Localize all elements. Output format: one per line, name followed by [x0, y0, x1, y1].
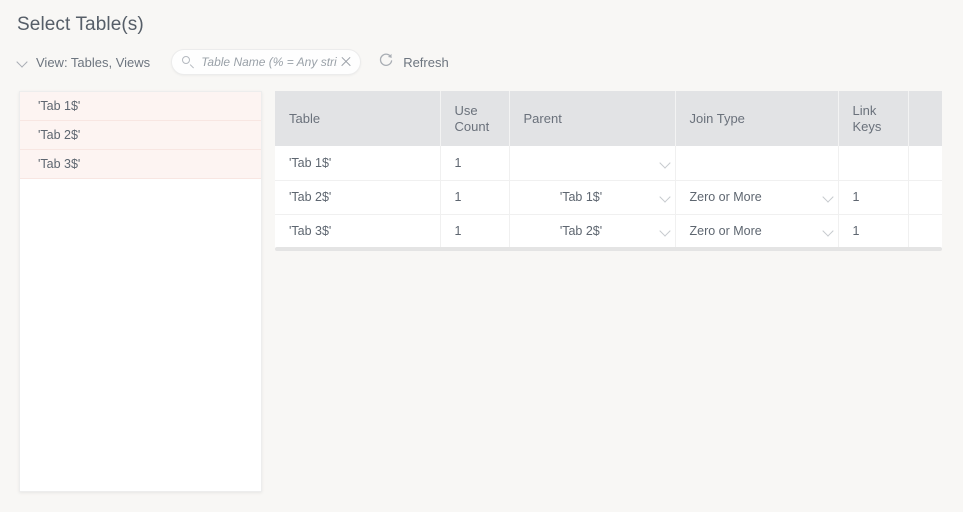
- join-type-value: Zero or More: [689, 190, 762, 204]
- join-type-dropdown[interactable]: [676, 146, 838, 179]
- cell-link-keys: [838, 146, 909, 181]
- column-header-use-count[interactable]: Use Count: [440, 91, 510, 146]
- table-list-panel: 'Tab 1$' 'Tab 2$' 'Tab 3$': [19, 91, 262, 492]
- cell-table: 'Tab 2$': [275, 180, 441, 215]
- join-type-value: Zero or More: [689, 224, 762, 238]
- view-selector-label: View: Tables, Views: [36, 54, 151, 70]
- cell-extra: [908, 214, 942, 249]
- list-item[interactable]: 'Tab 3$': [20, 150, 261, 179]
- table-row[interactable]: 'Tab 1$' 1: [275, 146, 942, 181]
- cell-extra: [908, 146, 942, 181]
- cell-parent[interactable]: 'Tab 2$': [509, 214, 676, 249]
- cell-join-type[interactable]: Zero or More: [675, 180, 839, 215]
- parent-dropdown[interactable]: [510, 146, 675, 179]
- search-icon: [182, 55, 195, 69]
- grid-header-row: Table Use Count Parent Join Type Link Ke…: [275, 91, 942, 146]
- cell-use-count: 1: [440, 214, 510, 249]
- cell-link-keys: 1: [838, 180, 909, 215]
- parent-value: 'Tab 2$': [559, 224, 603, 238]
- page-title: Select Table(s): [17, 14, 144, 35]
- cell-extra: [908, 180, 942, 215]
- column-header-parent[interactable]: Parent: [509, 91, 676, 146]
- table-row[interactable]: 'Tab 2$' 1 'Tab 1$' Zero or More 1: [275, 180, 942, 215]
- chevron-down-icon: [660, 192, 671, 203]
- chevron-down-icon: [660, 226, 671, 237]
- search-box[interactable]: [171, 49, 362, 75]
- join-type-dropdown[interactable]: Zero or More: [676, 181, 838, 214]
- cell-parent[interactable]: [509, 146, 676, 181]
- column-header-link-keys[interactable]: Link Keys: [838, 91, 909, 146]
- list-item[interactable]: 'Tab 1$': [20, 92, 261, 121]
- table-row[interactable]: 'Tab 3$' 1 'Tab 2$' Zero or More 1: [275, 214, 942, 249]
- refresh-icon: [378, 52, 394, 73]
- cell-table: 'Tab 3$': [275, 214, 441, 249]
- search-input[interactable]: [201, 55, 338, 69]
- list-item-label: 'Tab 3$': [38, 157, 81, 171]
- column-header-extra[interactable]: [908, 91, 942, 146]
- grid-horizontal-scrollbar[interactable]: [275, 247, 942, 251]
- join-type-dropdown[interactable]: Zero or More: [676, 215, 838, 248]
- refresh-button[interactable]: Refresh: [378, 52, 449, 73]
- chevron-down-icon: [660, 158, 671, 169]
- list-item-label: 'Tab 2$': [38, 128, 81, 142]
- list-item[interactable]: 'Tab 2$': [20, 121, 261, 150]
- cell-link-keys: 1: [838, 214, 909, 249]
- chevron-down-icon: [823, 192, 834, 203]
- toolbar: View: Tables, Views Refresh: [17, 48, 449, 76]
- chevron-down-icon: [17, 57, 28, 68]
- parent-value: 'Tab 1$': [559, 190, 603, 204]
- column-header-table[interactable]: Table: [275, 91, 441, 146]
- cell-table: 'Tab 1$': [275, 146, 441, 181]
- refresh-label: Refresh: [403, 54, 449, 70]
- cell-parent[interactable]: 'Tab 1$': [509, 180, 676, 215]
- cell-use-count: 1: [440, 180, 510, 215]
- cell-use-count: 1: [440, 146, 510, 181]
- chevron-down-icon: [823, 226, 834, 237]
- column-header-join-type[interactable]: Join Type: [675, 91, 839, 146]
- cell-join-type[interactable]: Zero or More: [675, 214, 839, 249]
- cell-join-type[interactable]: [675, 146, 839, 181]
- parent-dropdown[interactable]: 'Tab 2$': [510, 215, 675, 248]
- view-selector[interactable]: View: Tables, Views: [17, 48, 154, 76]
- close-icon[interactable]: [340, 56, 352, 68]
- parent-dropdown[interactable]: 'Tab 1$': [510, 181, 675, 214]
- list-item-label: 'Tab 1$': [38, 99, 81, 113]
- tables-grid: Table Use Count Parent Join Type Link Ke…: [275, 91, 942, 249]
